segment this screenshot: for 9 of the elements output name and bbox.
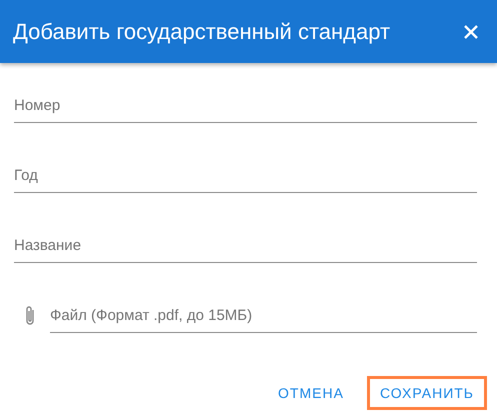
input-field[interactable]: Номер: [14, 89, 477, 123]
save-button[interactable]: СОХРАНИТЬ: [366, 376, 487, 410]
file-input-field[interactable]: Файл (Формат .pdf, до 15МБ): [50, 299, 477, 333]
close-icon: [463, 24, 479, 40]
input-field[interactable]: Название: [14, 229, 477, 263]
cancel-button[interactable]: ОТМЕНА: [265, 376, 357, 410]
input-field[interactable]: Год: [14, 159, 477, 193]
paperclip-icon[interactable]: [24, 305, 36, 327]
dialog-title: Добавить государственный стандарт: [13, 18, 390, 44]
